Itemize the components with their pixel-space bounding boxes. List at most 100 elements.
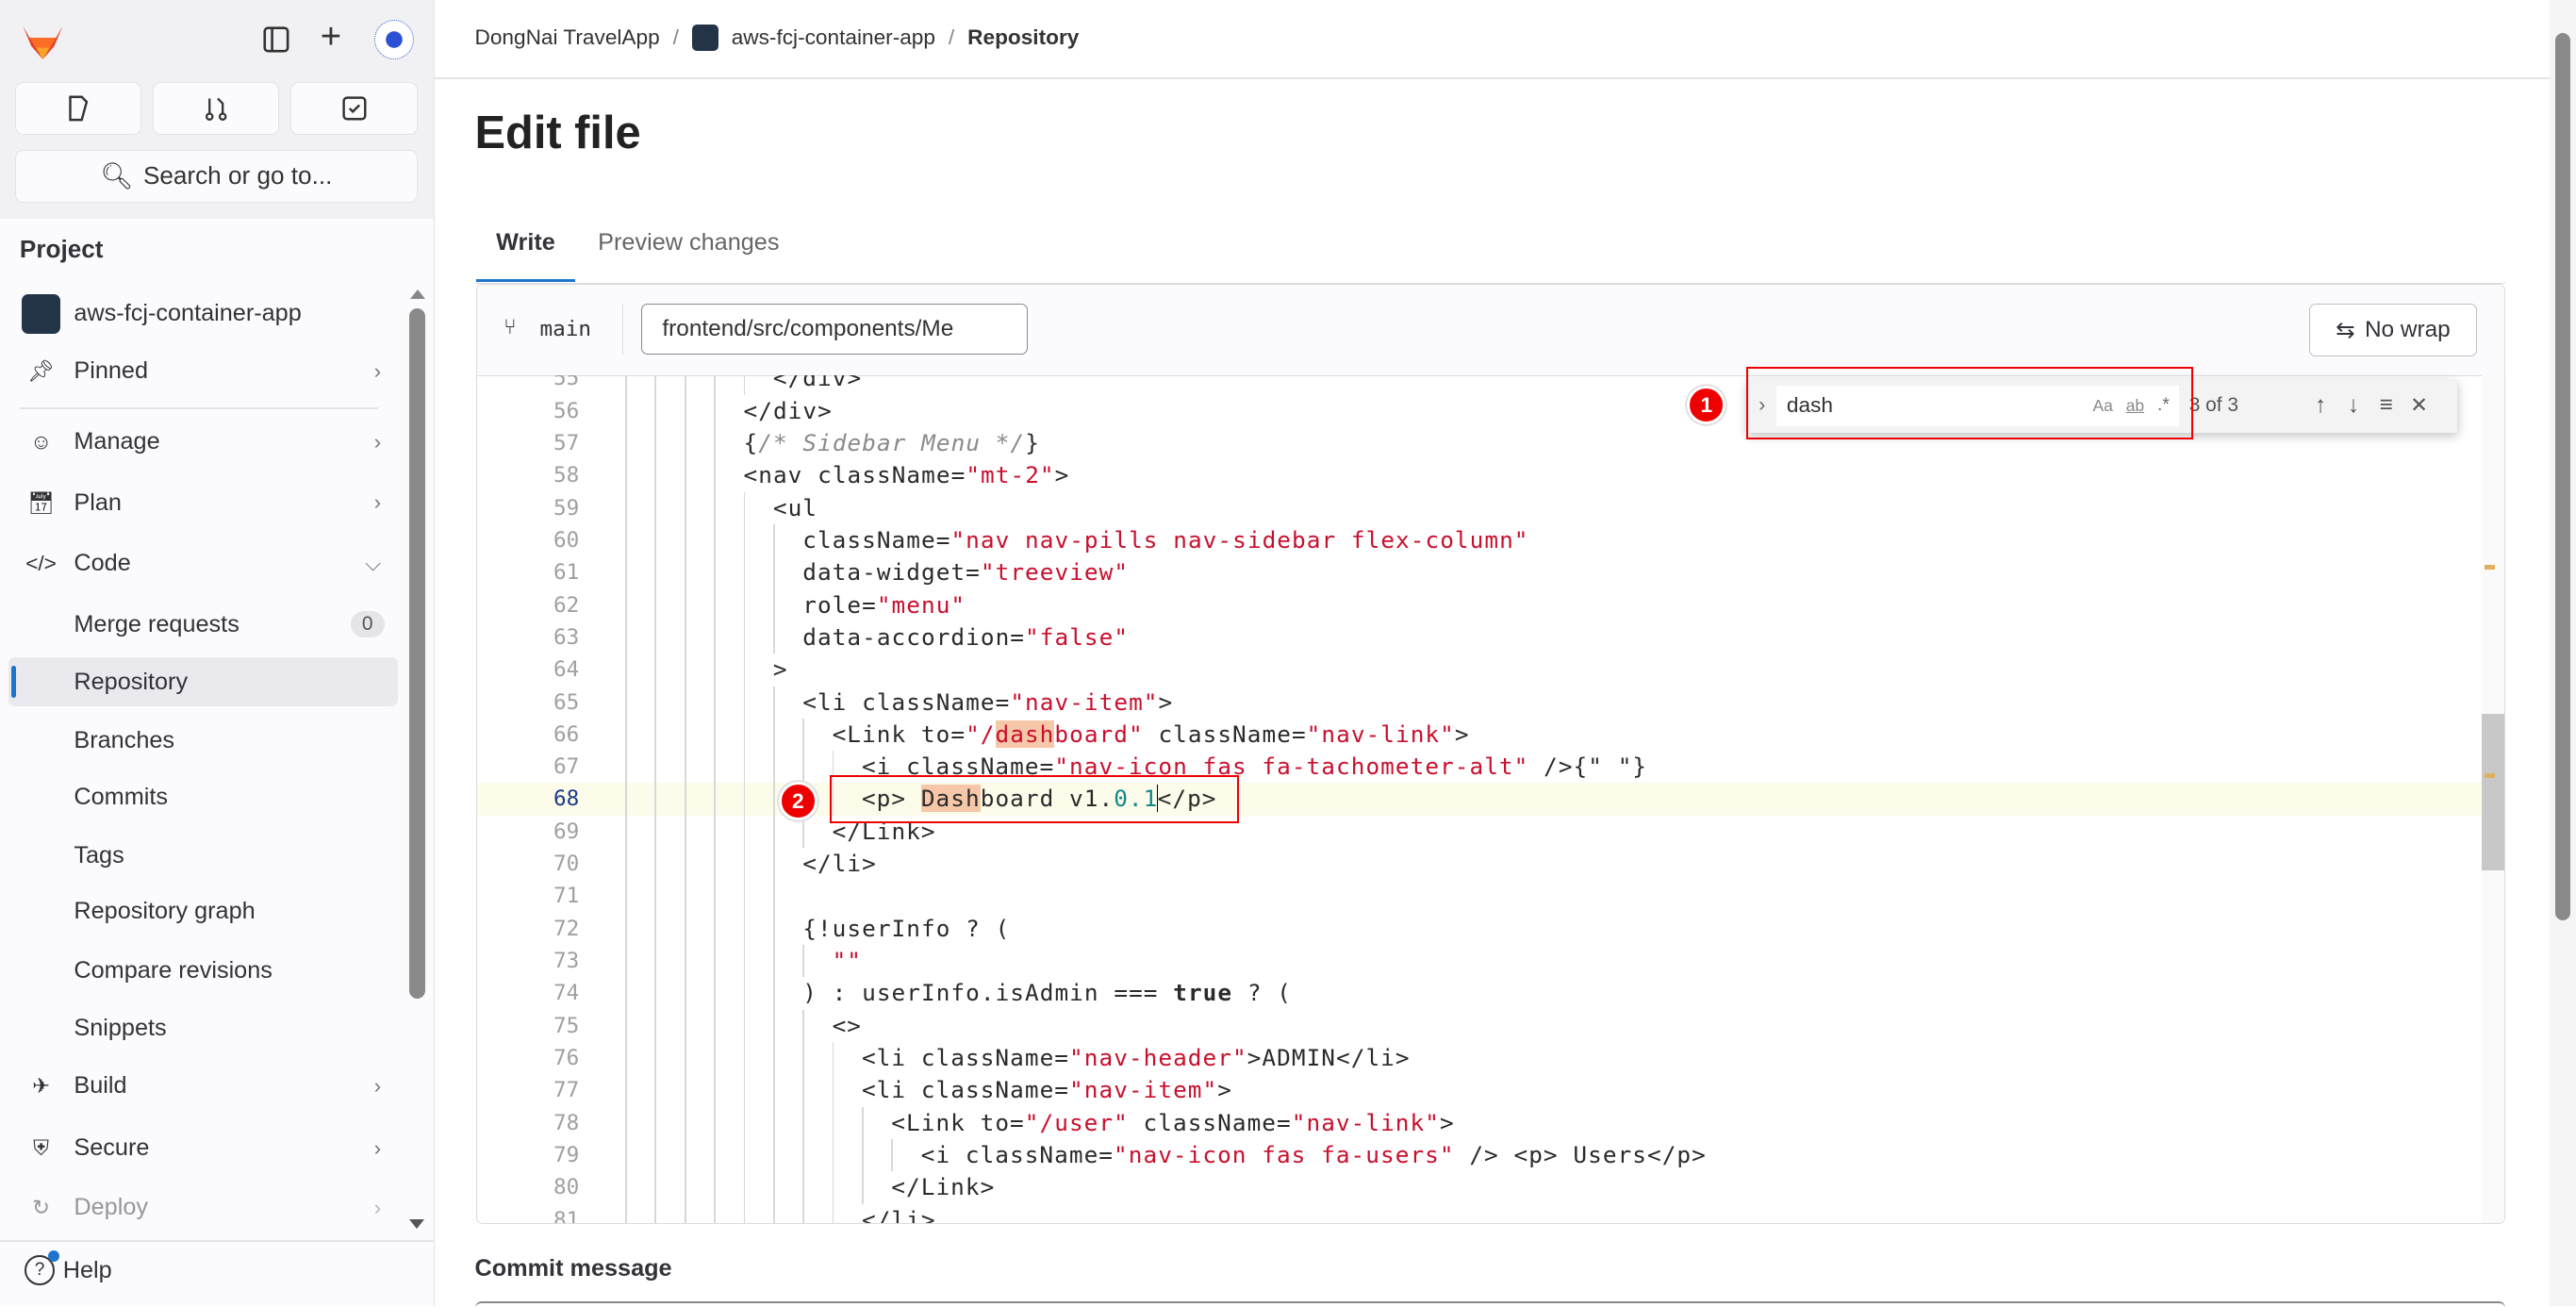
sidebar-item-label: Repository [74,668,189,695]
code-line[interactable]: 67 <i className="nav-icon fas fa-tachomet… [477,751,2482,784]
code-line[interactable]: 76 <li className="nav-header">ADMIN</li> [477,1042,2482,1075]
code-line[interactable]: 74) : userInfo.isAdmin === true ? ( [477,977,2482,1010]
sidebar-item-compare-revisions[interactable]: Compare revisions [8,947,398,996]
sidebar-item-manage[interactable]: ☺ Manage › [8,418,398,467]
indent-guide [714,783,716,816]
code-line[interactable]: 81 </li> [477,1203,2482,1224]
next-match-icon[interactable]: ↓ [2337,392,2370,419]
help-button[interactable]: ? Help [25,1250,112,1285]
todo-check-icon [342,96,367,121]
todo-button[interactable] [290,82,418,136]
code-line[interactable]: 63 data-accordion="false" [477,620,2482,654]
sidebar-scrollbar[interactable] [407,290,427,1230]
code-line[interactable]: 77 <li className="nav-item"> [477,1074,2482,1107]
indent-guide [714,394,716,427]
sidebar-item-deploy[interactable]: ↻ Deploy › [8,1183,398,1232]
indent-guide [654,1106,657,1140]
code-text: <i className="nav-icon fas fa-users" /> … [921,1139,1707,1171]
line-number: 77 [553,1078,580,1103]
code-line[interactable]: 75 <> [477,1009,2482,1043]
tab-preview-changes[interactable]: Preview changes [598,210,779,279]
indent-guide [772,588,775,621]
code-line[interactable]: 59 <ul [477,491,2482,524]
sidebar-item-branches[interactable]: Branches [8,717,398,766]
indent-guide [714,751,716,784]
line-number: 69 [553,819,580,844]
close-icon[interactable]: ✕ [2403,393,2436,418]
code-line[interactable]: 70 </li> [477,848,2482,881]
indent-guide [684,912,686,946]
avatar[interactable] [374,19,415,59]
indent-guide [714,718,716,752]
indent-guide [654,718,657,752]
sidebar-item-commits[interactable]: Commits [8,772,398,821]
indent-guide [625,588,627,621]
code-line[interactable]: 79 <i className="nav-icon fas fa-users" /… [477,1139,2482,1172]
breadcrumb-project[interactable]: aws-fcj-container-app [732,25,935,50]
gitlab-logo-icon[interactable] [20,20,66,62]
indent-guide [625,751,627,784]
line-number: 73 [553,949,580,974]
code-text: data-widget="treeview" [802,556,1129,588]
code-text: <Link to="/user" className="nav-link"> [891,1107,1454,1139]
breadcrumb-repository[interactable]: Repository [967,25,1079,50]
code-line[interactable]: 61 data-widget="treeview" [477,556,2482,589]
sidebar-item-label: Merge requests [74,610,239,637]
project-link[interactable]: aws-fcj-container-app [8,290,398,339]
sidebar-item-snippets[interactable]: Snippets [8,1004,398,1053]
divider [19,407,378,409]
breadcrumb-group[interactable]: DongNai TravelApp [475,25,660,50]
search-button[interactable]: 🔍︎ Search or go to... [14,149,418,203]
file-path-input[interactable] [641,303,1029,355]
code-line[interactable]: 73 "" [477,945,2482,978]
sidebar-item-plan[interactable]: 📅︎ Plan › [8,478,398,527]
no-wrap-button[interactable]: ⇆ No wrap [2308,303,2477,356]
indent-guide [625,1171,627,1204]
merge-requests-button[interactable] [153,82,280,136]
commit-message-input[interactable] [474,1300,2505,1307]
sidebar-item-code[interactable]: </> Code ⌵ [8,538,398,587]
indent-guide [625,1074,627,1107]
code-token: > [1439,1108,1455,1136]
code-text: role="menu" [802,589,966,621]
sidebar-item-pinned[interactable]: 📌︎ Pinned › [8,347,398,396]
plus-icon[interactable]: + [321,16,341,58]
code-line[interactable]: 62 role="menu" [477,588,2482,621]
indent-guide [625,556,627,589]
tab-write[interactable]: Write [476,210,575,283]
sidebar-toggle-icon[interactable] [263,26,289,53]
code-line[interactable]: 66 <Link to="/dashboard" className="nav-l… [477,718,2482,752]
sidebar-item-secure[interactable]: ⛨ Secure › [8,1124,398,1173]
scrollbar-thumb[interactable] [2481,714,2505,870]
indent-guide [625,686,627,719]
find-in-selection-icon[interactable]: ≡ [2370,392,2403,419]
sidebar-item-merge-requests[interactable]: Merge requests 0 [8,600,398,649]
indent-guide [684,848,686,881]
editor-scrollbar[interactable] [2481,375,2505,1224]
page-scrollbar-thumb[interactable] [2555,32,2570,920]
sidebar-item-repository[interactable]: Repository [8,656,398,707]
indent-guide [714,556,716,589]
sidebar-item-repository-graph[interactable]: Repository graph [8,887,398,936]
previous-match-icon[interactable]: ↑ [2304,392,2337,419]
code-line[interactable]: 69 </Link> [477,815,2482,849]
indent-guide [743,686,746,719]
sidebar-item-label: Code [74,550,131,577]
code-line[interactable]: 65 <li className="nav-item"> [477,686,2482,719]
code-editor[interactable]: ⑂ main ⇆ No wrap 55 </div> 56 </div> 57 {/* Si… [476,284,2506,1225]
code-line[interactable]: 60 className="nav nav-pills nav-sidebar f… [477,523,2482,557]
indent-guide [802,1203,804,1224]
indent-guide [684,880,686,913]
code-line[interactable]: 71 [477,880,2482,913]
sidebar-item-tags[interactable]: Tags [8,832,398,881]
code-line[interactable]: 64 > [477,654,2482,687]
indent-guide [684,783,686,816]
code-line[interactable]: 72 {!userInfo ? ( [477,912,2482,946]
code-line[interactable]: 80 </Link> [477,1171,2482,1204]
issues-button[interactable] [14,82,142,136]
sidebar-item-build[interactable]: ✈ Build › [8,1062,398,1111]
code-line[interactable]: 78 <Link to="/user" className="nav-link"> [477,1106,2482,1140]
code-line[interactable]: 58 <nav className="mt-2"> [477,459,2482,492]
indent-guide [625,491,627,524]
page-scrollbar[interactable] [2550,0,2576,1307]
